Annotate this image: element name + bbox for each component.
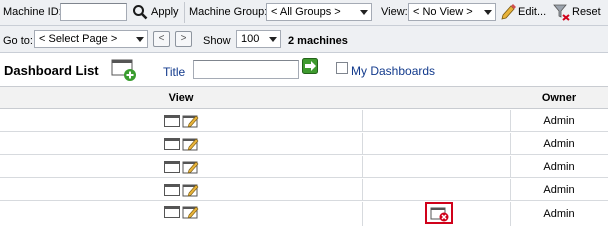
machine-group-value: < All Groups > [271,6,341,18]
dashboard-view-icon[interactable] [164,206,180,218]
table-row: Admin [0,156,608,178]
dashboard-view-icon[interactable] [164,138,180,150]
dashboard-edit-icon[interactable] [182,159,200,175]
reset-button[interactable]: Reset [572,6,601,18]
dashboard-view-icon[interactable] [164,161,180,173]
table-row: Admin [0,202,608,226]
table-row: Admin [0,179,608,201]
machine-filter-toolbar: Machine ID: Apply Machine Group: < All G… [0,0,608,26]
edit-pencil-icon[interactable] [500,3,517,20]
dashboard-delete-button[interactable] [425,202,453,224]
dashboard-edit-icon[interactable] [182,204,200,220]
my-dashboards-label[interactable]: My Dashboards [351,64,435,78]
apply-button[interactable]: Apply [151,6,179,18]
owner-cell: Admin [543,138,575,150]
title-filter-label: Title [163,65,186,79]
machine-group-label: Machine Group: [189,6,268,18]
table-header: View Owner [0,86,608,109]
machine-group-select[interactable]: < All Groups > [266,3,372,21]
paging-toolbar: Go to: < Select Page > < > Show 100 2 ma… [0,26,608,53]
title-filter-input[interactable] [193,60,299,79]
dashboard-edit-icon[interactable] [182,113,200,129]
owner-cell: Admin [543,161,575,173]
page-size-select[interactable]: 100 [236,30,281,48]
toolbar-divider [184,2,185,23]
prev-page-button[interactable]: < [153,31,170,47]
dashboard-edit-icon[interactable] [182,136,200,152]
table-row: Admin [0,110,608,132]
dashboard-header: Dashboard List Title My Dashboards [0,53,608,85]
chevron-down-icon [484,10,492,15]
column-divider [362,156,363,177]
chevron-down-icon [269,37,277,42]
column-header-view[interactable]: View [0,92,362,104]
chevron-down-icon [360,10,368,15]
goto-page-value: < Select Page > [39,33,118,45]
owner-cell: Admin [543,208,575,220]
new-dashboard-icon[interactable] [111,58,137,82]
table-row: Admin [0,133,608,155]
goto-page-select[interactable]: < Select Page > [34,30,148,48]
dashboard-delete-icon [430,206,450,222]
show-label: Show [203,35,231,47]
machine-id-input[interactable] [60,3,127,21]
machine-count: 2 machines [288,35,348,47]
owner-cell: Admin [543,184,575,196]
view-label: View: [381,6,408,18]
column-divider [362,133,363,154]
reset-filter-icon[interactable] [553,3,570,21]
goto-label: Go to: [3,35,33,47]
owner-cell: Admin [543,115,575,127]
view-value: < No View > [413,6,473,18]
column-divider [362,202,363,226]
machine-id-label: Machine ID: [3,6,62,18]
my-dashboards-checkbox[interactable] [336,62,348,74]
dashboard-view-icon[interactable] [164,184,180,196]
column-divider [362,179,363,200]
edit-view-button[interactable]: Edit... [518,6,546,18]
page-title: Dashboard List [4,63,99,78]
next-page-button[interactable]: > [175,31,192,47]
column-divider [362,110,363,131]
column-header-owner[interactable]: Owner [510,92,608,104]
page-size-value: 100 [241,33,260,45]
dashboard-edit-icon[interactable] [182,182,200,198]
view-select[interactable]: < No View > [408,3,496,21]
chevron-down-icon [136,37,144,42]
search-icon[interactable] [132,4,148,20]
dashboard-view-icon[interactable] [164,115,180,127]
go-arrow-icon[interactable] [302,58,318,74]
